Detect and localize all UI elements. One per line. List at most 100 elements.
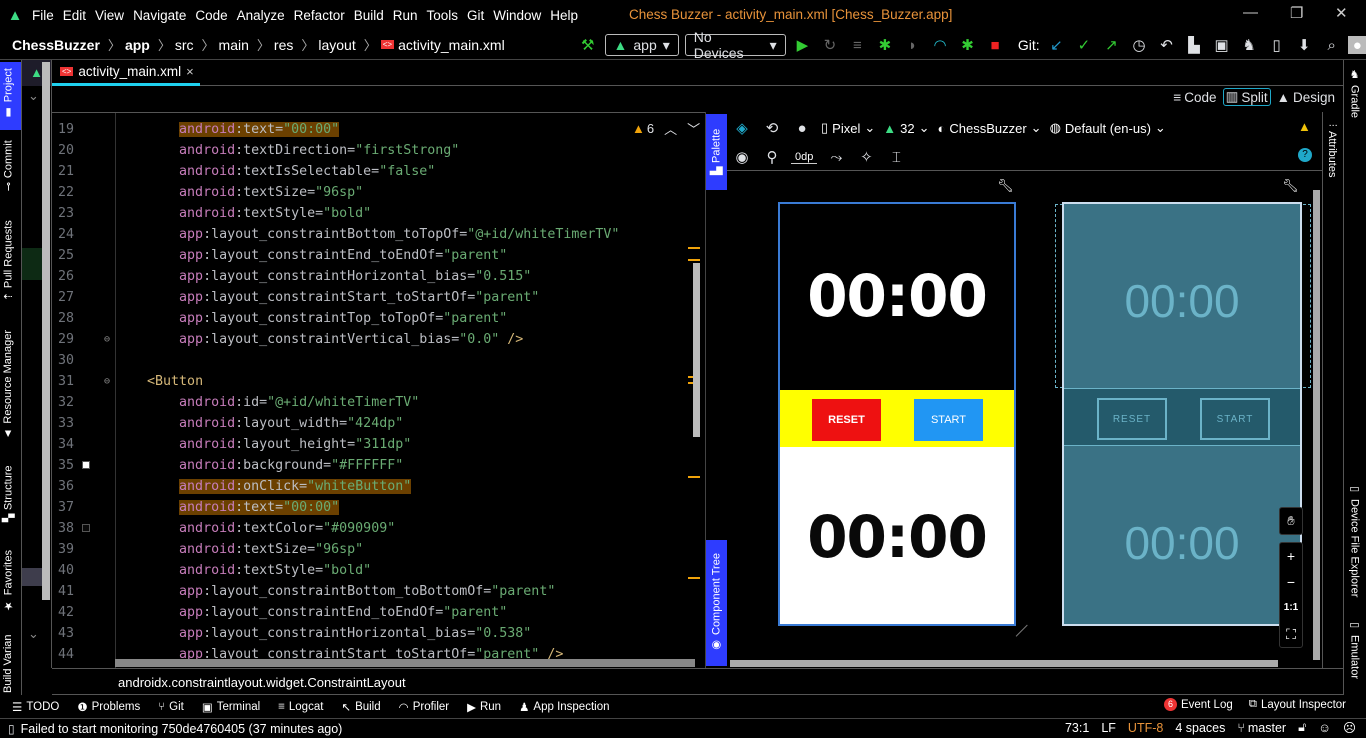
design-preview[interactable]: 00:00 RESET START 00:00	[778, 202, 1016, 626]
breadcrumb-item[interactable]: res	[274, 37, 293, 53]
zoom-in-button[interactable]: +	[1280, 543, 1302, 569]
zoom-to-fit-icon[interactable]: ⛶	[1280, 621, 1302, 647]
sync-gradle-icon[interactable]: ♞	[1238, 34, 1260, 56]
tool-profiler-button[interactable]: ◠ Profiler	[399, 700, 449, 714]
fold-icon[interactable]: ⊖	[104, 371, 110, 392]
tool-resource-manager[interactable]: ▲ Resource Manager	[2, 330, 14, 440]
debug-icon[interactable]: ✱	[874, 34, 896, 56]
blueprint-reset-button[interactable]: RESET	[1097, 398, 1167, 440]
menu-navigate[interactable]: Navigate	[133, 8, 186, 23]
tool-pull-requests[interactable]: ⇡ Pull Requests	[2, 220, 16, 301]
fold-icon[interactable]: ⊖	[104, 329, 110, 350]
minimize-icon[interactable]: —	[1243, 4, 1258, 21]
tab-activity-main[interactable]: <> activity_main.xml ×	[52, 60, 200, 86]
menu-refactor[interactable]: Refactor	[294, 8, 345, 23]
palette-tab[interactable]: ▙ Palette	[706, 114, 727, 190]
menu-tools[interactable]: Tools	[427, 8, 459, 23]
white-timer-button[interactable]: 00:00	[780, 447, 1014, 624]
breadcrumb-item[interactable]: activity_main.xml	[398, 37, 505, 53]
split-mode-button[interactable]: ▥ Split	[1222, 88, 1271, 106]
zoom-actual-size-button[interactable]: 1:1	[1280, 595, 1302, 621]
apply-changes-icon[interactable]: ↻	[819, 34, 841, 56]
inspection-widget[interactable]: ▲ 6 ︿ ﹀	[632, 119, 700, 138]
previous-highlight-icon[interactable]: ︿	[664, 119, 677, 138]
tool-commit[interactable]: ⊸ Commit	[2, 140, 16, 191]
canvas-vertical-scrollbar[interactable]	[1313, 190, 1320, 660]
device-selector[interactable]: ▯ Pixel ⌄	[821, 120, 875, 136]
breadcrumb-item[interactable]: layout	[318, 37, 355, 53]
profile-icon[interactable]: ◗	[902, 34, 924, 56]
menu-git[interactable]: Git	[467, 8, 484, 23]
reset-button[interactable]: RESET	[812, 399, 881, 441]
profiler-icon[interactable]: ◠	[929, 34, 951, 56]
git-push-icon[interactable]: ↗	[1101, 34, 1123, 56]
zoom-out-button[interactable]: −	[1280, 569, 1302, 595]
error-stripe-mark[interactable]	[688, 247, 700, 249]
frown-icon[interactable]: ☹	[1343, 720, 1356, 735]
tool-app-inspection-button[interactable]: ♟ App Inspection	[519, 700, 609, 714]
chevron-down-icon[interactable]: ⌄	[28, 626, 39, 642]
search-icon[interactable]: ⌕	[1321, 34, 1343, 56]
breadcrumb-item[interactable]: app	[125, 37, 150, 53]
editor-scrollbar[interactable]	[693, 263, 700, 437]
git-branch[interactable]: ⑂ master	[1237, 721, 1286, 735]
git-commit-icon[interactable]: ✓	[1073, 34, 1095, 56]
device-dropdown[interactable]: No Devices ▾	[684, 29, 786, 61]
code-mode-button[interactable]: ≡ Code	[1171, 90, 1218, 105]
caret-position[interactable]: 73:1	[1065, 721, 1089, 735]
close-tab-icon[interactable]: ×	[186, 64, 194, 79]
tool-emulator[interactable]: ▭ Emulator	[1348, 618, 1361, 679]
design-mode-button[interactable]: ▲ Design	[1275, 90, 1337, 105]
menu-run[interactable]: Run	[393, 8, 418, 23]
lock-icon[interactable]: 🔓︎	[1298, 720, 1306, 735]
error-stripe-mark[interactable]	[688, 259, 700, 261]
tool-build-variants[interactable]: Build Variants	[2, 635, 14, 693]
build-hammer-icon[interactable]: ⚒	[577, 34, 599, 56]
git-update-icon[interactable]: ↙	[1046, 34, 1068, 56]
locale-selector[interactable]: ◍ Default (en-us) ⌄	[1050, 120, 1166, 136]
breadcrumb-item[interactable]: src	[175, 37, 194, 53]
project-scrollbar[interactable]	[42, 62, 50, 600]
color-swatch-icon[interactable]	[82, 461, 90, 469]
menu-help[interactable]: Help	[550, 8, 578, 23]
blueprint-start-button[interactable]: START	[1200, 398, 1270, 440]
api-selector[interactable]: ▲ 32 ⌄	[883, 120, 929, 136]
component-path[interactable]: androidx.constraintlayout.widget.Constra…	[118, 675, 406, 690]
next-highlight-icon[interactable]: ﹀	[687, 119, 700, 138]
wrench-icon[interactable]: 🔧︎	[997, 178, 1014, 194]
tool-todo-button[interactable]: ☰ TODO	[12, 700, 59, 714]
start-button[interactable]: START	[914, 399, 983, 441]
design-canvas[interactable]: 🔧︎ 🔧︎ 00:00 RESET START 00:00 00:00 RESE…	[727, 172, 1322, 668]
project-structure-icon[interactable]: ▙	[1183, 34, 1205, 56]
avd-manager-icon[interactable]: ▯	[1266, 34, 1288, 56]
error-stripe-mark[interactable]	[688, 577, 700, 579]
layers-icon[interactable]: ◈	[731, 117, 753, 139]
sdk-manager-icon[interactable]: ⬇	[1293, 34, 1315, 56]
breadcrumb-item[interactable]: ChessBuzzer	[12, 37, 100, 53]
event-log-button[interactable]: 6 Event Log	[1163, 698, 1233, 711]
menu-code[interactable]: Code	[195, 8, 227, 23]
tool-favorites[interactable]: ★ Favorites	[2, 550, 16, 612]
editor-horizontal-scrollbar[interactable]	[115, 659, 695, 667]
default-margin[interactable]: 0dp	[791, 151, 818, 164]
error-stripe-mark[interactable]	[688, 476, 700, 478]
rollback-icon[interactable]: ↶	[1156, 34, 1178, 56]
tool-gradle[interactable]: ♞ Gradle	[1348, 68, 1361, 118]
resize-handle[interactable]	[1015, 624, 1039, 648]
status-panel-icon[interactable]: ▯	[8, 722, 15, 736]
view-options-icon[interactable]: ◉	[731, 146, 753, 168]
autoconnect-icon[interactable]: ⚲	[761, 146, 783, 168]
guidelines-icon[interactable]: ⌶	[885, 146, 907, 168]
blueprint-view[interactable]: 00:00 RESET START 00:00	[1062, 202, 1302, 626]
tool-device-file-explorer[interactable]: ▭ Device File Explorer	[1348, 482, 1361, 597]
theme-selector[interactable]: ◐ ChessBuzzer ⌄	[938, 120, 1042, 136]
status-message[interactable]: Failed to start monitoring 750de4760405 …	[21, 722, 343, 736]
indent-setting[interactable]: 4 spaces	[1175, 721, 1225, 735]
menu-analyze[interactable]: Analyze	[237, 8, 285, 23]
line-separator[interactable]: LF	[1101, 721, 1116, 735]
layout-inspector-button[interactable]: ⧉ Layout Inspector	[1249, 698, 1346, 711]
color-swatch-icon[interactable]	[82, 524, 90, 532]
canvas-horizontal-scrollbar[interactable]	[730, 660, 1278, 667]
code-editor[interactable]: 19 android:text="00:00" 20 android:textDi…	[52, 112, 705, 668]
chevron-down-icon[interactable]: ⌄	[28, 88, 39, 104]
